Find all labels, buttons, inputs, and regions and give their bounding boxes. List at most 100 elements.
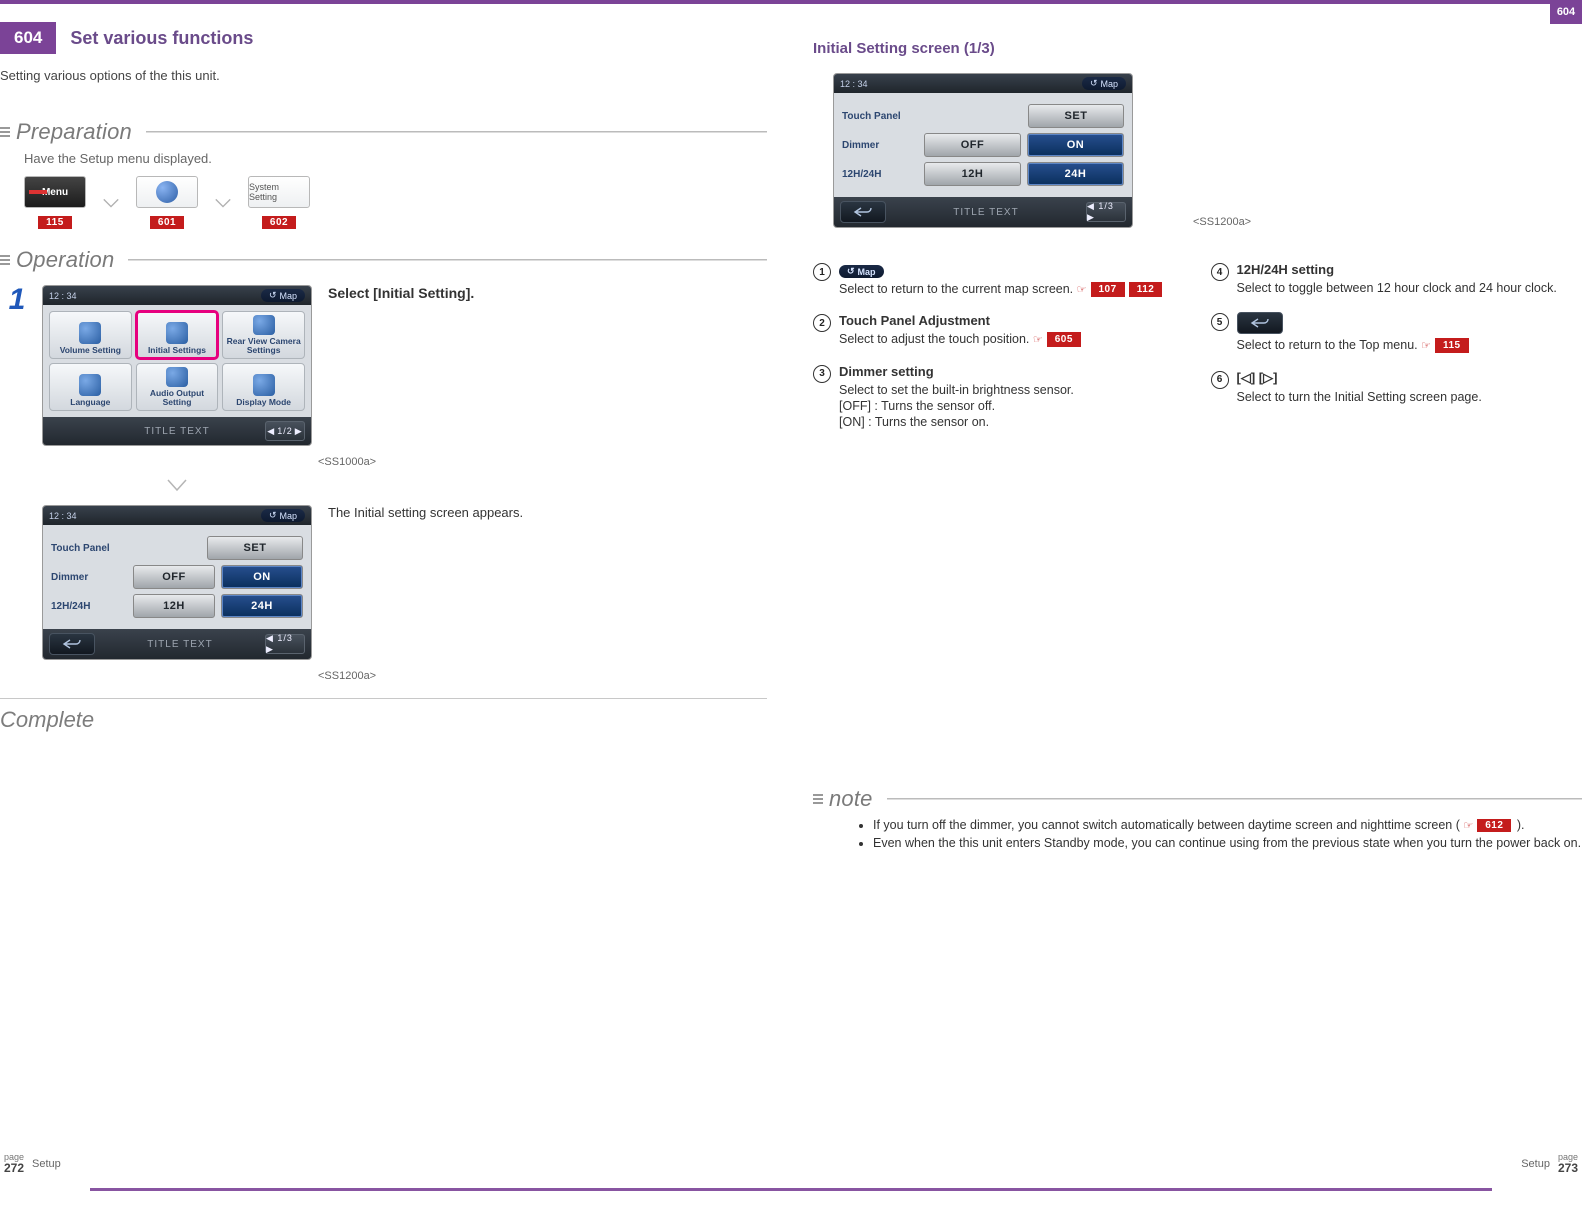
- diagram-row: 12 : 34MapTouch PanelSETDimmerOFFON12H/2…: [833, 73, 1582, 228]
- screen-time: 12 : 34: [49, 291, 77, 301]
- setting-button: SET: [1028, 104, 1124, 128]
- arrow-right-icon: [102, 197, 120, 209]
- desc-item: 5 Select to return to the Top menu. ☞115: [1211, 312, 1582, 353]
- setting-button: ON: [1027, 133, 1124, 157]
- prep-thumb-0: Menu 115: [24, 176, 86, 229]
- note-list: If you turn off the dimmer, you cannot s…: [833, 818, 1582, 850]
- menu-tile: Volume Setting: [49, 311, 132, 359]
- note-item: If you turn off the dimmer, you cannot s…: [873, 818, 1582, 832]
- back-button-icon: [840, 201, 886, 223]
- desc-item: 2 Touch Panel Adjustment Select to adjust …: [813, 313, 1185, 347]
- setting-button: SET: [207, 536, 303, 560]
- pager-button: ◀ 1/3 ▶: [1086, 202, 1126, 222]
- page-spread: 604 Set various functions Setting variou…: [0, 4, 1582, 1184]
- setting-button: 24H: [1027, 162, 1124, 186]
- desc-title: Map: [839, 262, 1185, 278]
- description-columns: 1 Map Select to return to the current map …: [813, 262, 1582, 446]
- step-number: 1: [6, 285, 28, 315]
- section-note-title: note: [829, 786, 873, 812]
- desc-item: 6 [◁] [▷] Select to turn the Initial Setti…: [1211, 370, 1582, 405]
- arrow-right-icon: [214, 197, 232, 209]
- desc-title: Dimmer setting: [839, 364, 1185, 379]
- ref-badge: 115: [1435, 338, 1469, 353]
- menu-tile: Display Mode: [222, 363, 305, 411]
- setting-button: ON: [221, 565, 303, 589]
- system-setting-thumb: System Setting: [248, 176, 310, 208]
- desc-item: 1 Map Select to return to the current map …: [813, 262, 1185, 297]
- desc-text: [OFF] : Turns the sensor off.: [839, 398, 1185, 414]
- map-icon: Map: [839, 265, 884, 278]
- down-arrow-icon: [42, 478, 312, 495]
- ref-badge: 602: [262, 216, 296, 229]
- page-left: 604 Set various functions Setting variou…: [0, 4, 791, 1184]
- preparation-desc: Have the Setup menu displayed.: [24, 151, 767, 166]
- back-button-icon: [1237, 312, 1283, 334]
- callout-number: 2: [813, 314, 831, 332]
- menu-tile: Audio Output Setting: [136, 363, 219, 411]
- page-intro: Setting various options of the this unit…: [0, 68, 767, 83]
- screen-initial-setting-small: 12 : 34MapTouch PanelSETDimmerOFFON12H/2…: [42, 505, 312, 660]
- menu-tile: Language: [49, 363, 132, 411]
- callout-number: 3: [813, 365, 831, 383]
- footer-section: Setup: [32, 1158, 61, 1170]
- setting-button: 24H: [221, 594, 303, 618]
- section-note-head: note: [813, 786, 1582, 812]
- desc-text: Select to adjust the touch position. ☞60…: [839, 331, 1185, 347]
- desc-title: 12H/24H setting: [1237, 262, 1582, 277]
- page-title: Set various functions: [70, 28, 253, 49]
- page-badge: 604: [0, 22, 56, 54]
- menu-tile: Rear View Camera Settings: [222, 311, 305, 359]
- rule-line: [887, 798, 1582, 800]
- section-preparation-title: Preparation: [16, 119, 132, 145]
- footer-bar: [90, 1188, 1492, 1191]
- ref-badge: 112: [1129, 282, 1163, 297]
- desc-text: Select to toggle between 12 hour clock a…: [1237, 280, 1582, 296]
- settings-thumb: [136, 176, 198, 208]
- step-instruction: Select [Initial Setting].: [328, 285, 474, 301]
- desc-title: [◁] [▷]: [1237, 370, 1582, 386]
- desc-text: Select to turn the Initial Setting scree…: [1237, 389, 1582, 405]
- pager-button: ◀ 1/2 ▶: [265, 421, 305, 441]
- menu-tile: Initial Settings: [136, 311, 219, 359]
- ref-badge: 115: [38, 216, 72, 229]
- section-marker-icon: [0, 127, 10, 137]
- rule-line: [128, 259, 767, 261]
- step-1: 1 12 : 34 Map Volume SettingInitial Sett…: [6, 285, 767, 682]
- back-button-icon: [49, 633, 95, 655]
- setting-button: 12H: [924, 162, 1021, 186]
- prep-thumb-1: 601: [136, 176, 198, 229]
- screenshot-tag: <SS1200a>: [318, 670, 376, 682]
- screen-menu-grid: 12 : 34 Map Volume SettingInitial Settin…: [42, 285, 312, 446]
- setting-button: 12H: [133, 594, 215, 618]
- title-text-label: TITLE TEXT: [144, 426, 209, 437]
- section-operation-title: Operation: [16, 247, 114, 273]
- ref-badge: 605: [1047, 332, 1081, 347]
- setting-button: OFF: [924, 133, 1021, 157]
- setting-button: OFF: [133, 565, 215, 589]
- callout-number: 5: [1211, 313, 1229, 331]
- complete-label: Complete: [0, 698, 767, 733]
- screenshot-tag: <SS1200a>: [1193, 216, 1251, 228]
- section-preparation-head: Preparation: [0, 119, 767, 145]
- right-heading: Initial Setting screen (1/3): [813, 40, 1582, 57]
- step-result-text: The Initial setting screen appears.: [328, 505, 523, 520]
- page-right: Initial Setting screen (1/3) 12 : 34MapT…: [791, 4, 1582, 1184]
- ref-badge: 612: [1477, 819, 1511, 832]
- callout-number: 6: [1211, 371, 1229, 389]
- callout-number: 1: [813, 263, 831, 281]
- desc-text: Select to return to the current map scre…: [839, 281, 1185, 297]
- desc-title: [1237, 312, 1582, 334]
- section-marker-icon: [0, 255, 10, 265]
- desc-item: 412H/24H settingSelect to toggle between…: [1211, 262, 1582, 296]
- preparation-row: Menu 115 601 System Setting 602: [24, 176, 767, 229]
- map-pill: Map: [261, 289, 305, 302]
- rule-line: [146, 131, 767, 133]
- ref-badge: 107: [1091, 282, 1125, 297]
- desc-title: Touch Panel Adjustment: [839, 313, 1185, 328]
- title-row: 604 Set various functions: [0, 22, 767, 54]
- screen-initial-setting-large: 12 : 34MapTouch PanelSETDimmerOFFON12H/2…: [833, 73, 1133, 228]
- section-operation-head: Operation: [0, 247, 767, 273]
- desc-text: Select to return to the Top menu. ☞115: [1237, 337, 1582, 353]
- page-footer-left: page272 Setup: [4, 1153, 61, 1174]
- screenshot-tag: <SS1000a>: [318, 456, 376, 468]
